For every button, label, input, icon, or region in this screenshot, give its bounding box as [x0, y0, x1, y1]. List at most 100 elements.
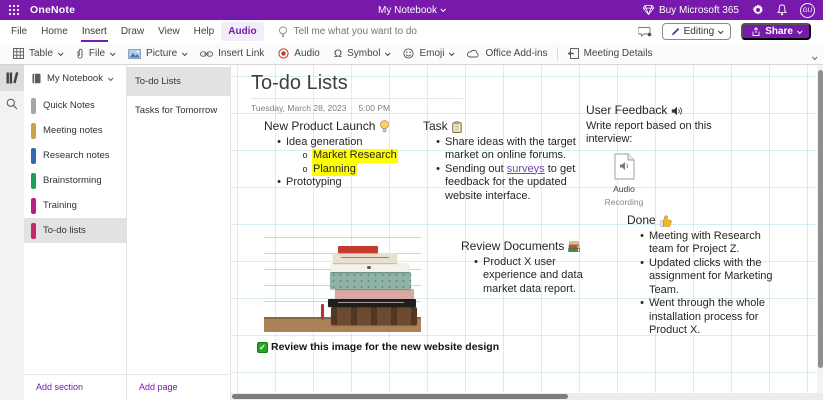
search-icon[interactable]	[0, 91, 24, 117]
pencil-icon	[671, 27, 680, 36]
tab-audio[interactable]: Audio	[221, 22, 263, 41]
top-app-bar: OneNote My Notebook Buy Microsoft 365 GU	[0, 0, 823, 20]
insert-ribbon: Table File Picture Insert Link Audio Ω S…	[0, 43, 823, 65]
section-item-quick-notes[interactable]: Quick Notes	[24, 93, 126, 118]
section-color-tab	[31, 123, 36, 139]
book	[338, 246, 378, 253]
lightbulb-icon	[278, 26, 288, 38]
settings-gear-icon[interactable]	[752, 4, 764, 16]
notifications-bell-icon[interactable]	[777, 4, 787, 16]
checked-checkbox-icon[interactable]: ✓	[257, 342, 268, 353]
page-title[interactable]: To-do Lists	[251, 72, 348, 95]
block-heading: Done	[627, 214, 656, 228]
highlighted-text: Planning	[312, 163, 357, 177]
highlighted-text: Market Research	[312, 149, 398, 163]
app-launcher-icon[interactable]	[8, 4, 20, 16]
collapse-ribbon-icon[interactable]	[812, 47, 816, 65]
tab-file[interactable]: File	[4, 20, 34, 43]
insert-symbol-button[interactable]: Ω Symbol	[327, 43, 397, 65]
editing-mode-button[interactable]: Editing	[662, 23, 732, 40]
tab-insert[interactable]: Insert	[75, 20, 114, 43]
add-section-button[interactable]: Add section	[24, 374, 126, 400]
note-block-done[interactable]: Done •Meeting with Research team for Pro…	[627, 214, 782, 338]
book	[330, 272, 411, 289]
section-item-training[interactable]: Training	[24, 193, 126, 218]
book	[335, 289, 414, 299]
section-item-to-do-lists[interactable]: To-do lists	[24, 218, 126, 243]
note-block-task[interactable]: Task •Share ideas with the target market…	[423, 120, 583, 203]
thumbs-up-emoji-icon	[660, 215, 673, 227]
buy-microsoft-365-button[interactable]: Buy Microsoft 365	[643, 5, 739, 16]
link-icon	[200, 50, 213, 58]
insert-picture-button[interactable]: Picture	[121, 43, 193, 65]
clipboard-emoji-icon	[452, 121, 462, 133]
add-page-button[interactable]: Add page	[127, 374, 230, 400]
section-item-brainstorming[interactable]: Brainstorming	[24, 168, 126, 193]
tab-home[interactable]: Home	[34, 20, 75, 43]
surveys-link[interactable]: surveys	[507, 163, 545, 175]
notebooks-rail-icon[interactable]	[0, 65, 24, 91]
chevron-down-icon	[108, 75, 114, 81]
paperclip-icon	[76, 48, 84, 60]
audio-recording-attachment[interactable]: Audio Recording	[596, 153, 652, 210]
section-color-tab	[31, 198, 36, 214]
section-item-meeting-notes[interactable]: Meeting notes	[24, 118, 126, 143]
insert-audio-button[interactable]: Audio	[271, 43, 327, 65]
books-photo[interactable]	[264, 222, 421, 332]
book-ribbon	[321, 304, 324, 319]
tell-me-search[interactable]: Tell me what you want to do	[278, 26, 417, 38]
tab-draw[interactable]: Draw	[114, 20, 151, 43]
page-item-to-do-lists[interactable]: To-do Lists	[127, 67, 230, 96]
tab-view[interactable]: View	[151, 20, 187, 43]
page-item-tasks-for-tomorrow[interactable]: Tasks for Tomorrow	[127, 96, 230, 125]
book	[333, 253, 397, 263]
note-block-user-feedback[interactable]: User Feedback Write report based on this…	[586, 104, 726, 210]
attachment-label: Audio	[613, 183, 635, 197]
section-item-research-notes[interactable]: Research notes	[24, 143, 126, 168]
insert-link-button[interactable]: Insert Link	[193, 43, 271, 65]
vertical-scrollbar-thumb[interactable]	[818, 70, 823, 368]
notebook-title-top[interactable]: My Notebook	[378, 5, 445, 16]
share-button[interactable]: Share	[741, 23, 811, 40]
pages-pane: To-do Lists Tasks for Tomorrow Add page	[127, 65, 231, 400]
picture-icon	[128, 49, 141, 59]
bullet-text: Updated clicks with the assignment for M…	[649, 257, 773, 298]
account-avatar[interactable]: GU	[800, 3, 815, 18]
app-name[interactable]: OneNote	[30, 4, 75, 16]
notebook-switcher[interactable]: My Notebook	[24, 65, 126, 93]
chevron-down-icon	[449, 50, 455, 56]
block-heading: New Product Launch	[264, 120, 375, 134]
chevron-down-icon	[182, 50, 188, 56]
omega-icon: Ω	[334, 48, 342, 60]
feedback-body: Write report based on this interview:	[586, 120, 720, 147]
bullet-text: Went through the whole installation proc…	[649, 297, 773, 338]
bullet-text: Prototyping	[286, 176, 342, 190]
left-icon-rail	[0, 65, 24, 400]
insert-file-button[interactable]: File	[69, 43, 121, 65]
note-block-review-documents[interactable]: Review Documents •Product X user experie…	[461, 240, 596, 296]
diamond-icon	[643, 5, 654, 15]
meeting-details-button[interactable]: Meeting Details	[560, 43, 660, 65]
addins-icon	[467, 49, 480, 58]
page-canvas[interactable]: To-do Lists Tuesday, March 28, 2023 5:00…	[231, 65, 823, 400]
section-color-tab	[31, 98, 36, 114]
comments-icon[interactable]	[638, 26, 652, 37]
speaker-emoji-icon	[671, 106, 683, 116]
book	[331, 307, 417, 325]
insert-table-button[interactable]: Table	[6, 43, 69, 65]
image-caption: ✓ Review this image for the new website …	[257, 341, 499, 353]
office-add-ins-button[interactable]: Office Add-ins	[460, 43, 554, 65]
chevron-down-icon	[441, 6, 447, 12]
bullet-text: Idea generation	[286, 136, 362, 150]
title-underline	[251, 98, 463, 99]
note-block-product-launch[interactable]: New Product Launch •Idea generation oMar…	[264, 120, 434, 190]
insert-emoji-button[interactable]: Emoji	[396, 43, 460, 65]
tell-me-placeholder: Tell me what you want to do	[294, 26, 417, 37]
horizontal-scrollbar-thumb[interactable]	[232, 394, 568, 399]
chevron-down-icon	[718, 28, 724, 34]
record-icon	[278, 48, 289, 59]
table-icon	[13, 48, 24, 59]
chevron-down-icon	[110, 50, 116, 56]
horizontal-scrollbar[interactable]	[231, 393, 823, 400]
tab-help[interactable]: Help	[187, 20, 222, 43]
